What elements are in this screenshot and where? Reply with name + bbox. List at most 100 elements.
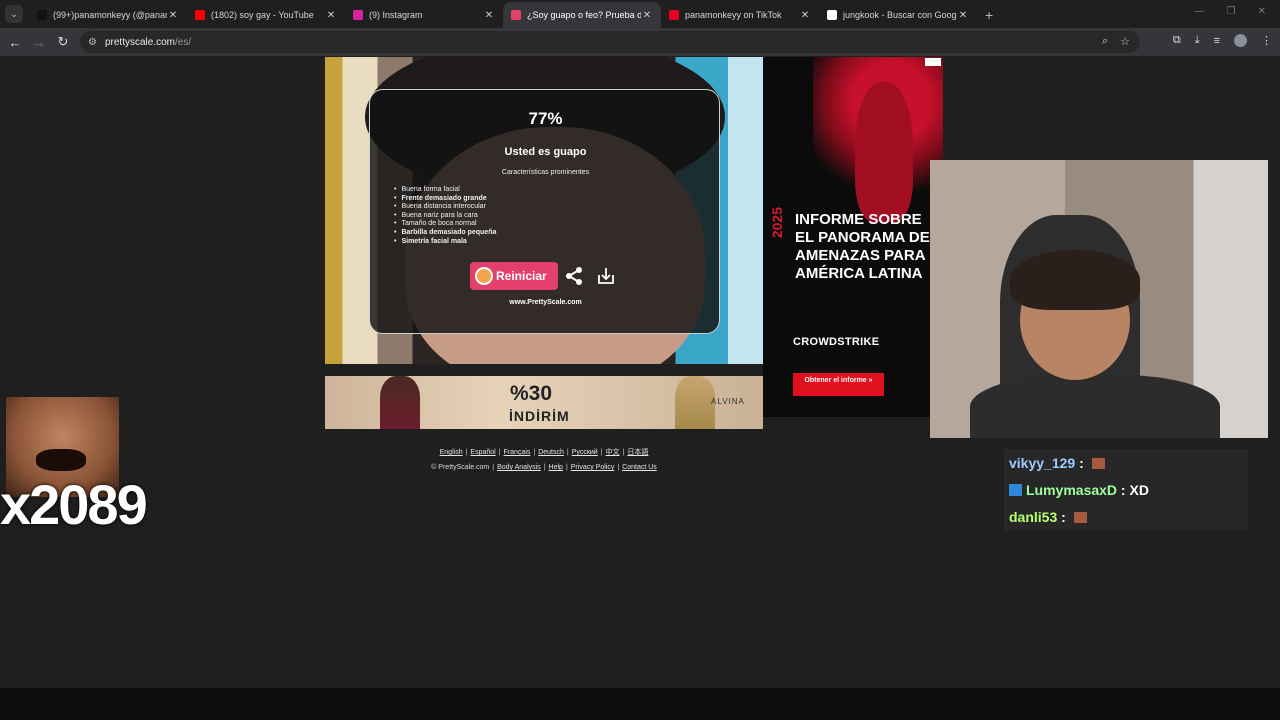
ad-cta-button[interactable]: Obtener el informe »	[793, 373, 884, 396]
ad-headline: Informe sobre el panorama de amenazas pa…	[795, 211, 930, 282]
feature-item: Frente demasiado grande	[394, 195, 496, 204]
screen: ⌄ (99+)panamonkeyy (@panamo ✕ (1802) soy g…	[0, 0, 1280, 720]
footer-link[interactable]: Privacy Policy	[571, 464, 615, 471]
window-controls: — ❐ ✕	[1195, 6, 1266, 17]
footer-links: © PrettyScale.com | Body Analysis | Help | Pri…	[325, 464, 763, 471]
minimize-icon[interactable]: —	[1195, 6, 1205, 17]
download-toolbar-icon[interactable]: ⤓	[1195, 34, 1200, 47]
url-host: prettyscale.com	[104, 36, 175, 48]
separator: |	[492, 464, 495, 471]
feature-item: Barbilla demasiado pequeña	[394, 229, 496, 238]
chat-message: LumymasaxD : XD	[1009, 482, 1149, 498]
site-info-icon[interactable]: ⚙	[88, 37, 97, 48]
streamer-webcam	[930, 160, 1268, 438]
browser-toolbar: ← → ↻ ⚙ prettyscale.com/es/ ⌕ ☆ ⧉ ⤓ ≡ ⋮	[0, 28, 1280, 56]
tab-title: (1802) soy gay - YouTube	[211, 10, 314, 20]
separator: |	[622, 449, 625, 456]
restart-icon	[475, 267, 493, 285]
share-icon[interactable]	[564, 266, 584, 286]
site-watermark: www.PrettyScale.com	[509, 299, 582, 306]
feature-item: Buena nariz para la cara	[394, 212, 496, 221]
tab-strip: ⌄ (99+)panamonkeyy (@panamo ✕ (1802) soy g…	[0, 0, 1280, 28]
separator: |	[565, 464, 568, 471]
feature-item: Simetría facial mala	[394, 238, 496, 247]
bookmark-star-icon[interactable]: ☆	[1120, 35, 1130, 48]
url-path: /es/	[175, 36, 192, 48]
tab-close-icon[interactable]: ✕	[167, 10, 179, 21]
language-link[interactable]: Deutsch	[538, 449, 564, 456]
webcam-hair	[1010, 250, 1140, 310]
tab-close-icon[interactable]: ✕	[325, 10, 337, 21]
chat-username: LumymasaxD	[1026, 482, 1118, 498]
emote-counter: x2089	[0, 473, 148, 536]
ad-year: 2025	[769, 207, 785, 239]
browser-tab[interactable]: (9) Instagram ✕	[345, 2, 503, 28]
instagram-icon	[353, 10, 363, 20]
zoom-icon[interactable]: ⌕	[1102, 35, 1108, 48]
language-link[interactable]: English	[440, 449, 463, 456]
chevron-down-icon: ⌄	[10, 8, 18, 19]
chat-message: danli53 :	[1009, 509, 1087, 525]
browser-tab[interactable]: jungkook - Buscar con Google ✕	[819, 2, 977, 28]
restart-label: Reiniciar	[496, 269, 547, 283]
language-link[interactable]: Español	[470, 449, 495, 456]
footer-link[interactable]: Help	[549, 464, 563, 471]
language-link[interactable]: Русский	[572, 449, 598, 456]
result-card: 77% Usted es guapo Características promi…	[369, 89, 720, 334]
feature-item: Buena forma facial	[394, 186, 496, 195]
extensions-icon[interactable]: ⧉	[1173, 34, 1181, 47]
ad-info-icon[interactable]	[925, 58, 941, 66]
tab-close-icon[interactable]: ✕	[641, 10, 653, 21]
separator: |	[533, 449, 536, 456]
language-link[interactable]: Français	[504, 449, 531, 456]
chat-colon: :	[1117, 482, 1130, 498]
ad-mask-graphic	[855, 82, 913, 222]
chat-emote-icon	[1073, 512, 1087, 523]
new-tab-button[interactable]: +	[985, 7, 993, 23]
features-title: Características prominentes	[501, 169, 590, 176]
browser-tab[interactable]: ¿Soy guapo o feo? Prueba de a✕	[503, 2, 661, 28]
banner-brand: ALVINA	[711, 397, 745, 406]
ad-model-right	[675, 376, 715, 429]
reading-list-icon[interactable]: ≡	[1214, 35, 1220, 47]
restart-button[interactable]: Reiniciar	[470, 262, 558, 290]
browser-tab[interactable]: panamonkeyy on TikTok ✕	[661, 2, 819, 28]
tab-search-button[interactable]: ⌄	[5, 5, 23, 23]
tab-close-icon[interactable]: ✕	[799, 10, 811, 21]
tiktok-icon	[37, 10, 47, 20]
language-links: English | Español | Français | Deutsch | Русский…	[325, 447, 763, 457]
language-link[interactable]: 日本語	[627, 449, 648, 456]
browser-tab[interactable]: (1802) soy gay - YouTube ✕	[187, 2, 345, 28]
forward-icon[interactable]: →	[27, 35, 51, 50]
chat-colon: :	[1057, 509, 1070, 525]
webcam-body	[970, 375, 1220, 438]
close-window-icon[interactable]: ✕	[1258, 6, 1266, 17]
download-icon[interactable]	[596, 266, 616, 286]
side-advertisement[interactable]: 2025 Informe sobre el panorama de amenaz…	[763, 57, 943, 417]
score-percent: 77%	[528, 109, 563, 128]
tab-close-icon[interactable]: ✕	[483, 10, 495, 21]
chat-emote-icon	[1091, 458, 1105, 469]
profile-avatar[interactable]	[1234, 34, 1247, 47]
banner-advertisement[interactable]: %30 İNDİRİM ALVINA	[325, 376, 763, 429]
copyright: © PrettyScale.com	[431, 464, 490, 471]
browser-tab[interactable]: (99+)panamonkeyy (@panamo ✕	[29, 2, 187, 28]
separator: |	[617, 464, 620, 471]
emote-mouth	[36, 449, 86, 471]
chat-colon: :	[1075, 455, 1088, 471]
youtube-icon	[195, 10, 205, 20]
menu-kebab-icon[interactable]: ⋮	[1261, 34, 1272, 47]
chat-text: XD	[1129, 482, 1149, 498]
back-icon[interactable]: ←	[3, 35, 27, 50]
tab-title: panamonkeyy on TikTok	[685, 10, 782, 20]
reload-icon[interactable]: ↻	[51, 34, 75, 50]
language-link[interactable]: 中文	[606, 449, 620, 456]
chat-username: vikyy_129	[1009, 455, 1076, 471]
maximize-icon[interactable]: ❐	[1227, 6, 1236, 17]
tab-close-icon[interactable]: ✕	[957, 10, 969, 21]
footer-link[interactable]: Contact Us	[622, 464, 657, 471]
stream-chat: vikyy_129 : LumymasaxD : XD danli53 :	[1004, 449, 1248, 530]
banner-percent: %30	[510, 382, 553, 405]
footer-link[interactable]: Body Analysis	[497, 464, 541, 471]
address-bar[interactable]: ⚙ prettyscale.com/es/ ⌕ ☆	[80, 31, 1140, 53]
